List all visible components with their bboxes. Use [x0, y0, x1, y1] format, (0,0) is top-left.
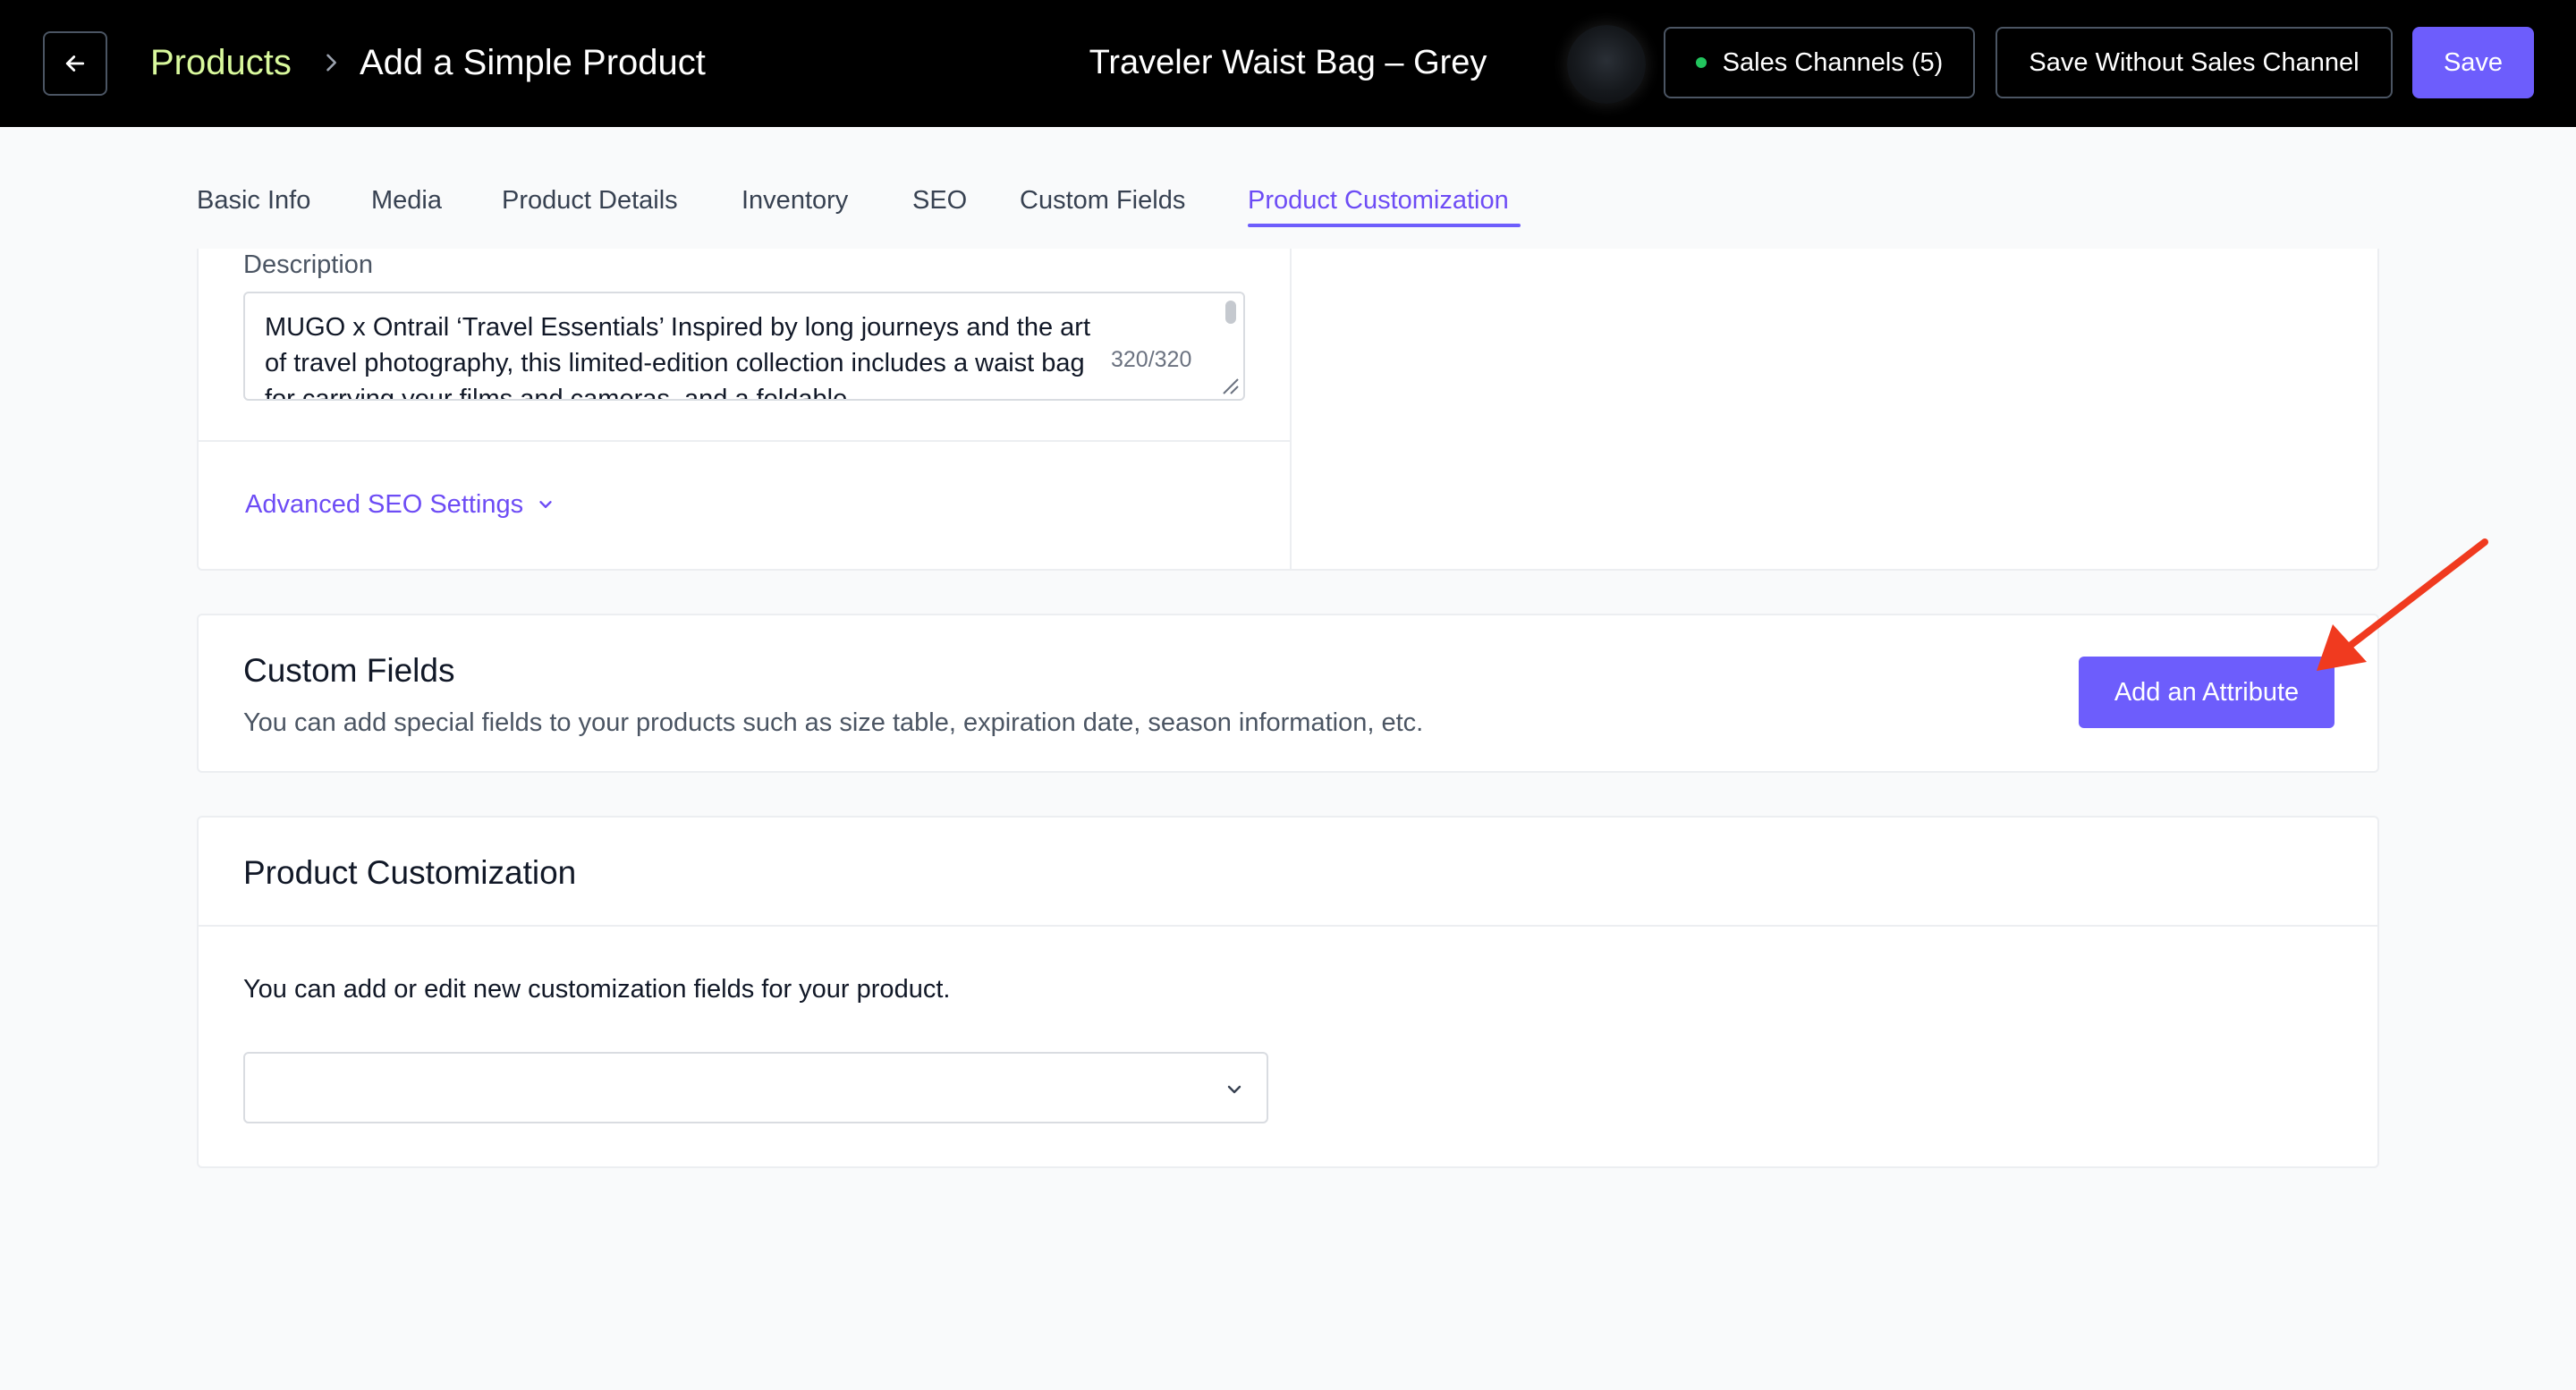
active-tab-indicator	[1248, 224, 1521, 227]
tab-seo[interactable]: SEO	[912, 182, 967, 218]
save-without-sales-channel-label: Save Without Sales Channel	[2029, 47, 2360, 77]
custom-fields-title: Custom Fields	[243, 652, 455, 689]
divider	[199, 925, 2377, 927]
description-textarea[interactable]: MUGO x Ontrail ‘Travel Essentials’ Inspi…	[243, 292, 1245, 401]
breadcrumb-products-link[interactable]: Products	[150, 39, 292, 86]
tab-custom-fields[interactable]: Custom Fields	[1020, 182, 1185, 218]
status-dot	[1695, 57, 1707, 68]
product-title: Traveler Waist Bag – Grey	[1089, 44, 1487, 81]
tab-media[interactable]: Media	[371, 182, 442, 218]
product-customization-description: You can add or edit new customization fi…	[243, 975, 951, 1004]
description-label: Description	[243, 250, 374, 279]
chevron-right-icon	[326, 54, 336, 72]
advanced-seo-settings-toggle[interactable]: Advanced SEO Settings	[245, 487, 555, 522]
arrow-left-icon	[65, 55, 85, 72]
textarea-scrollbar[interactable]	[1225, 301, 1236, 324]
save-without-sales-channel-button[interactable]: Save Without Sales Channel	[1996, 27, 2393, 98]
chevron-down-icon	[539, 501, 552, 508]
avatar[interactable]	[1567, 25, 1646, 104]
add-attribute-label: Add an Attribute	[2114, 677, 2300, 707]
tab-product-customization[interactable]: Product Customization	[1248, 182, 1509, 218]
chevron-down-icon	[1227, 1085, 1241, 1094]
breadcrumb-current: Add a Simple Product	[360, 43, 706, 82]
tab-product-details[interactable]: Product Details	[502, 182, 678, 218]
section-tabs: Basic Info Media Product Details Invento…	[0, 170, 2576, 233]
sales-channels-label: Sales Channels (5)	[1722, 47, 1944, 77]
divider	[199, 440, 1290, 442]
description-value: MUGO x Ontrail ‘Travel Essentials’ Inspi…	[265, 313, 1091, 401]
character-count: 320/320	[1111, 347, 1192, 372]
tab-basic-info[interactable]: Basic Info	[197, 182, 310, 218]
seo-card: Description MUGO x Ontrail ‘Travel Essen…	[197, 249, 2379, 571]
product-customization-card: Product Customization You can add or edi…	[197, 816, 2379, 1168]
top-bar: Products Add a Simple Product Traveler W…	[0, 0, 2576, 127]
save-label: Save	[2443, 47, 2504, 77]
custom-fields-description: You can add special fields to your produ…	[243, 708, 1424, 737]
divider	[1290, 249, 1292, 569]
customization-field-select[interactable]	[243, 1052, 1268, 1123]
product-customization-title: Product Customization	[243, 854, 577, 891]
advanced-seo-settings-label: Advanced SEO Settings	[245, 490, 524, 519]
resize-handle-icon[interactable]	[1215, 370, 1241, 397]
add-attribute-button[interactable]: Add an Attribute	[2079, 657, 2334, 728]
save-button[interactable]: Save	[2412, 27, 2534, 98]
back-button[interactable]	[43, 31, 107, 96]
tab-inventory[interactable]: Inventory	[741, 182, 848, 218]
sales-channels-button[interactable]: Sales Channels (5)	[1664, 27, 1975, 98]
custom-fields-card: Custom Fields You can add special fields…	[197, 614, 2379, 773]
